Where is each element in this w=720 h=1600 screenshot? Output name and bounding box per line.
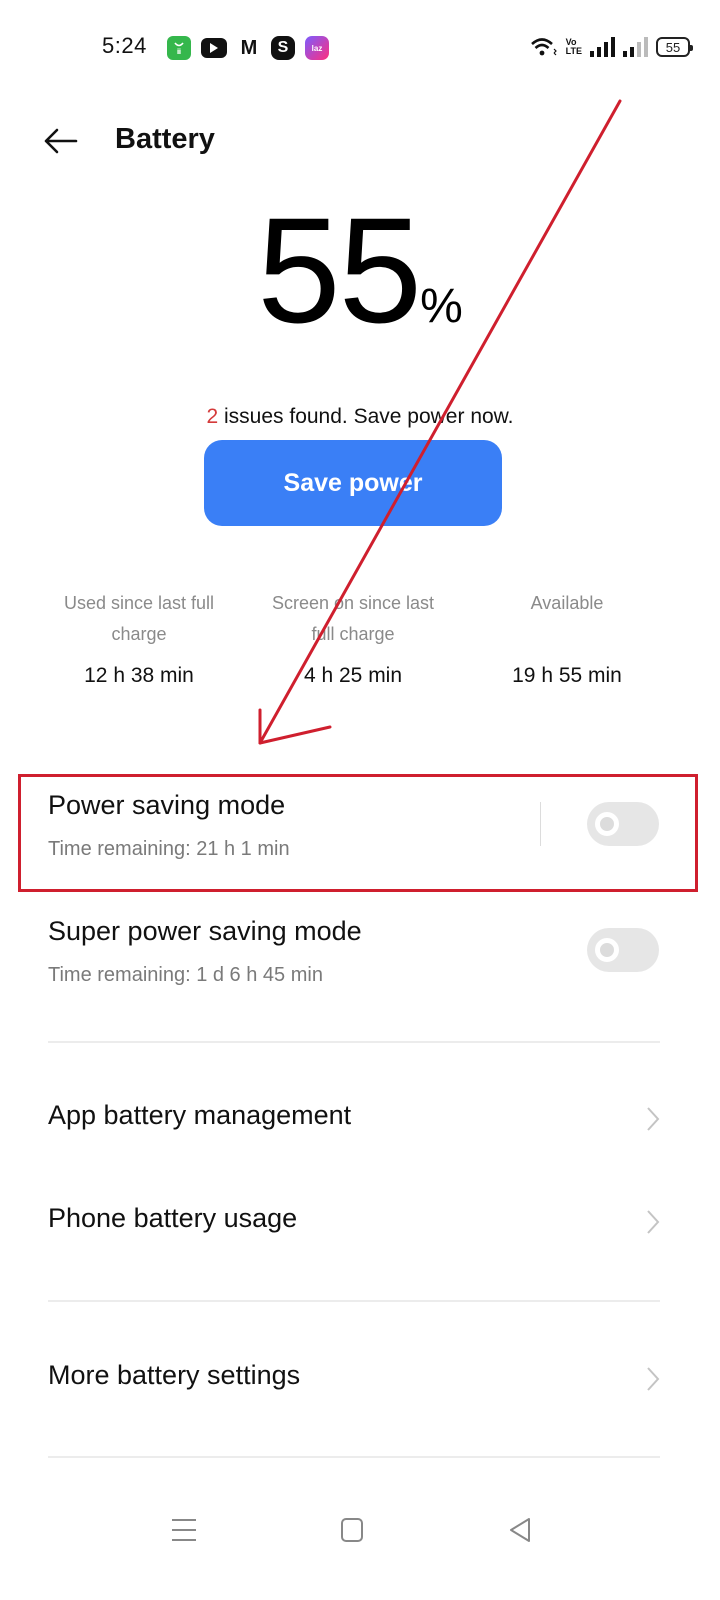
- app-store-icon: ⅱ: [167, 36, 191, 60]
- super-power-saving-mode-subtitle: Time remaining: 1 d 6 h 45 min: [48, 964, 323, 986]
- more-battery-settings-item[interactable]: More battery settings: [0, 1340, 720, 1420]
- home-icon: [341, 1518, 363, 1542]
- signal-sim2-icon: [623, 37, 648, 57]
- s-app-icon: S: [271, 36, 295, 60]
- system-icons: Vo LTE 55: [530, 36, 693, 58]
- wifi-icon: [530, 38, 557, 56]
- toggle-knob: [595, 812, 619, 836]
- app-battery-management-item[interactable]: App battery management: [0, 1080, 720, 1160]
- system-navigation-bar: [0, 1500, 720, 1560]
- home-button[interactable]: [332, 1510, 372, 1550]
- status-bar: 5:24 ⅱ M S laz Vo LTE 55: [0, 0, 720, 90]
- super-power-saving-mode-row[interactable]: Super power saving mode Time remaining: …: [0, 900, 720, 1018]
- super-power-saving-mode-toggle[interactable]: [587, 928, 659, 972]
- stat-value: 19 h 55 min: [512, 664, 622, 687]
- power-saving-mode-row[interactable]: Power saving mode Time remaining: 21 h 1…: [0, 774, 720, 892]
- signal-sim1-icon: [590, 37, 615, 57]
- status-time: 5:24: [102, 33, 147, 58]
- arrow-left-icon: [44, 128, 78, 154]
- nav-back-button[interactable]: [500, 1510, 540, 1550]
- recents-button[interactable]: [164, 1510, 204, 1550]
- power-saving-mode-title: Power saving mode: [48, 790, 286, 820]
- section-divider: [48, 1300, 660, 1302]
- issues-text: issues found. Save power now.: [218, 405, 514, 428]
- toggle-knob: [595, 938, 619, 962]
- section-divider: [48, 1041, 660, 1043]
- menu-item-label: App battery management: [48, 1100, 352, 1130]
- stat-label: Available: [530, 593, 604, 613]
- stat-value: 12 h 38 min: [84, 664, 194, 687]
- menu-item-label: Phone battery usage: [48, 1203, 298, 1233]
- stat-used-since-charge: Used since last full charge 12 h 38 min: [32, 588, 246, 688]
- power-saving-mode-subtitle: Time remaining: 21 h 1 min: [48, 838, 290, 860]
- app-bar: Battery: [0, 110, 720, 174]
- chevron-right-icon: [647, 1107, 660, 1131]
- chevron-right-icon: [647, 1367, 660, 1391]
- issues-message: 2 issues found. Save power now.: [0, 405, 720, 429]
- section-divider: [48, 1456, 660, 1458]
- super-power-saving-mode-title: Super power saving mode: [48, 916, 362, 946]
- battery-percentage: 55%: [0, 190, 720, 350]
- youtube-icon: [201, 38, 227, 58]
- notification-icons: ⅱ M S laz: [167, 36, 329, 60]
- battery-icon: 55: [656, 37, 693, 57]
- row-divider: [540, 802, 541, 846]
- back-triangle-icon: [510, 1518, 530, 1542]
- menu-item-label: More battery settings: [48, 1360, 301, 1390]
- stat-value: 4 h 25 min: [303, 664, 403, 687]
- menu-icon: [172, 1519, 196, 1541]
- volte-line2: LTE: [565, 46, 582, 56]
- gmail-icon: M: [240, 36, 258, 59]
- percent-sign: %: [420, 280, 463, 333]
- stat-label: Screen on since last full charge: [271, 593, 435, 644]
- svg-text:ⅱ: ⅱ: [177, 48, 181, 56]
- stat-label: Used since last full charge: [63, 593, 215, 644]
- power-saving-mode-toggle[interactable]: [587, 802, 659, 846]
- battery-stats: Used since last full charge 12 h 38 min …: [0, 588, 720, 688]
- back-button[interactable]: [40, 124, 80, 158]
- chevron-right-icon: [647, 1210, 660, 1234]
- lazada-icon: laz: [305, 36, 329, 60]
- issues-count: 2: [206, 405, 219, 428]
- stat-screen-on: Screen on since last full charge 4 h 25 …: [246, 588, 460, 688]
- save-power-button[interactable]: Save power: [204, 440, 502, 526]
- volte-icon: Vo LTE: [566, 38, 582, 56]
- phone-battery-usage-item[interactable]: Phone battery usage: [0, 1183, 720, 1263]
- page-title: Battery: [115, 123, 215, 155]
- stat-available: Available 19 h 55 min: [460, 588, 674, 688]
- battery-percent-value: 55: [257, 186, 422, 354]
